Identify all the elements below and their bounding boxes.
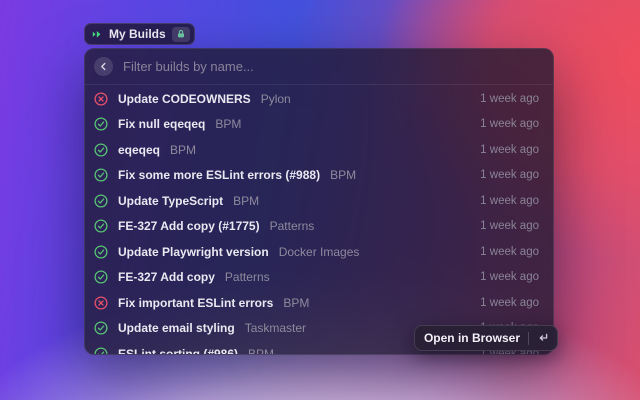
- build-timestamp: 1 week ago: [480, 144, 539, 156]
- build-title: eqeqeq: [118, 143, 160, 157]
- build-timestamp: 1 week ago: [480, 220, 539, 232]
- build-project: BPM: [215, 117, 241, 131]
- filter-builds-input[interactable]: [123, 59, 541, 74]
- build-project: Taskmaster: [245, 321, 306, 335]
- x-circle-icon: [94, 296, 108, 310]
- check-circle-icon: [94, 321, 108, 335]
- build-timestamp: 1 week ago: [480, 297, 539, 309]
- check-circle-icon: [94, 347, 108, 355]
- builds-icon: [92, 29, 103, 40]
- builds-list: Update CODEOWNERS Pylon 1 week ago Fix n…: [85, 86, 553, 355]
- build-timestamp: 1 week ago: [480, 246, 539, 258]
- status-icon: [94, 194, 108, 208]
- build-project: BPM: [248, 347, 274, 355]
- status-icon: [94, 117, 108, 131]
- check-circle-icon: [94, 168, 108, 182]
- build-title: FE-327 Add copy (#1775): [118, 219, 260, 233]
- status-icon: [94, 270, 108, 284]
- status-icon: [94, 347, 108, 355]
- build-row[interactable]: Fix important ESLint errors BPM 1 week a…: [85, 290, 553, 316]
- check-circle-icon: [94, 245, 108, 259]
- open-in-browser-label: Open in Browser: [424, 331, 520, 345]
- build-timestamp: 1 week ago: [480, 169, 539, 181]
- build-row[interactable]: Fix null eqeqeq BPM 1 week ago: [85, 112, 553, 138]
- build-timestamp: 1 week ago: [480, 93, 539, 105]
- build-project: BPM: [233, 194, 259, 208]
- build-title: Fix null eqeqeq: [118, 117, 205, 131]
- open-in-browser-button[interactable]: Open in Browser: [414, 325, 558, 351]
- check-circle-icon: [94, 219, 108, 233]
- desktop-background: My Builds: [0, 0, 640, 400]
- status-icon: [94, 219, 108, 233]
- status-icon: [94, 321, 108, 335]
- check-circle-icon: [94, 143, 108, 157]
- builds-panel: Update CODEOWNERS Pylon 1 week ago Fix n…: [84, 48, 554, 355]
- build-row[interactable]: Update Playwright version Docker Images …: [85, 239, 553, 265]
- back-button[interactable]: [94, 57, 113, 76]
- build-project: BPM: [170, 143, 196, 157]
- build-title: Update email styling: [118, 321, 235, 335]
- menubar-item-my-builds[interactable]: My Builds: [84, 23, 195, 45]
- search-bar: [85, 49, 553, 85]
- lock-badge: [172, 27, 190, 42]
- build-row[interactable]: Update TypeScript BPM 1 week ago: [85, 188, 553, 214]
- enter-key-icon: [537, 333, 548, 343]
- build-title: Update CODEOWNERS: [118, 92, 251, 106]
- status-icon: [94, 245, 108, 259]
- build-row[interactable]: eqeqeq BPM 1 week ago: [85, 137, 553, 163]
- chevron-left-icon: [99, 62, 108, 71]
- build-timestamp: 1 week ago: [480, 271, 539, 283]
- status-icon: [94, 92, 108, 106]
- status-icon: [94, 168, 108, 182]
- lock-icon: [176, 29, 186, 39]
- build-title: FE-327 Add copy: [118, 270, 215, 284]
- action-divider: [528, 332, 529, 345]
- build-row[interactable]: FE-327 Add copy Patterns 1 week ago: [85, 265, 553, 291]
- build-title: Fix some more ESLint errors (#988): [118, 168, 320, 182]
- check-circle-icon: [94, 270, 108, 284]
- build-row[interactable]: Fix some more ESLint errors (#988) BPM 1…: [85, 163, 553, 189]
- build-row[interactable]: FE-327 Add copy (#1775) Patterns 1 week …: [85, 214, 553, 240]
- build-project: Patterns: [270, 219, 315, 233]
- build-timestamp: 1 week ago: [480, 195, 539, 207]
- build-title: ESLint sorting (#986): [118, 347, 238, 355]
- menubar-label: My Builds: [109, 27, 166, 41]
- build-row[interactable]: Update CODEOWNERS Pylon 1 week ago: [85, 86, 553, 112]
- build-project: BPM: [330, 168, 356, 182]
- build-title: Update Playwright version: [118, 245, 269, 259]
- status-icon: [94, 296, 108, 310]
- status-icon: [94, 143, 108, 157]
- build-project: Docker Images: [279, 245, 360, 259]
- build-title: Fix important ESLint errors: [118, 296, 273, 310]
- build-project: Pylon: [261, 92, 291, 106]
- build-project: Patterns: [225, 270, 270, 284]
- check-circle-icon: [94, 194, 108, 208]
- build-title: Update TypeScript: [118, 194, 223, 208]
- check-circle-icon: [94, 117, 108, 131]
- x-circle-icon: [94, 92, 108, 106]
- build-project: BPM: [283, 296, 309, 310]
- build-timestamp: 1 week ago: [480, 118, 539, 130]
